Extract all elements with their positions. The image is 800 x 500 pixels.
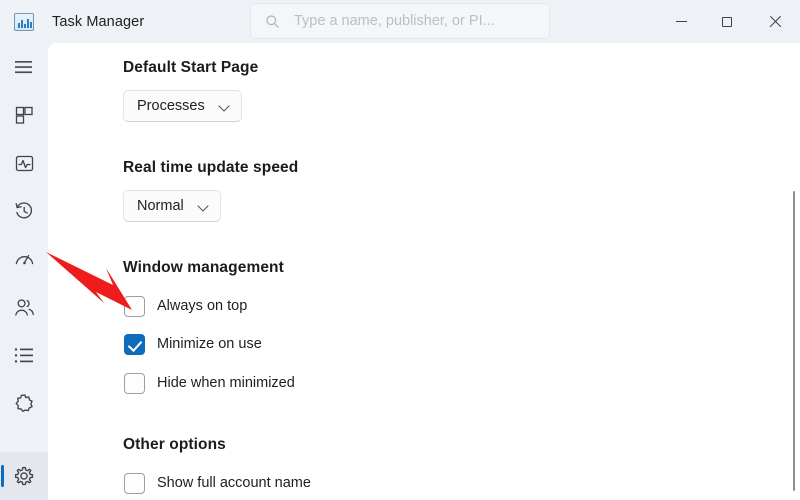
sidebar-item-settings[interactable] [0, 452, 48, 500]
checkbox-row-show-full-account-name[interactable]: Show full account name [124, 472, 311, 494]
performance-pulse-icon [15, 154, 34, 173]
search-input-placeholder[interactable]: Type a name, publisher, or PI... [294, 13, 495, 29]
sidebar-item-users[interactable] [0, 283, 48, 331]
default-start-page-value: Processes [137, 98, 205, 114]
hide-when-minimized-checkbox[interactable] [124, 372, 145, 394]
close-button[interactable] [750, 0, 800, 43]
speedometer-icon [14, 250, 35, 268]
section-title-real-time-update-speed: Real time update speed [123, 159, 299, 176]
settings-content-panel: Default Start Page Processes Real time u… [48, 43, 800, 500]
services-puzzle-icon [14, 393, 34, 413]
processes-grid-icon [15, 106, 34, 125]
checkbox-row-hide-when-minimized[interactable]: Hide when minimized [124, 372, 295, 394]
sidebar-item-startup-apps[interactable] [0, 235, 48, 283]
minimize-button[interactable] [658, 0, 704, 43]
hide-when-minimized-label: Hide when minimized [157, 375, 295, 391]
sidebar-item-app-history[interactable] [0, 187, 48, 235]
default-start-page-dropdown[interactable]: Processes [123, 90, 242, 122]
window-controls [658, 0, 800, 43]
title-bar: Task Manager Type a name, publisher, or … [0, 0, 800, 43]
always-on-top-checkbox[interactable] [124, 295, 145, 317]
real-time-update-speed-value: Normal [137, 198, 184, 214]
chevron-down-icon [198, 200, 210, 212]
real-time-update-speed-dropdown[interactable]: Normal [123, 190, 221, 222]
minimize-on-use-checkbox[interactable] [124, 333, 145, 355]
maximize-button[interactable] [704, 0, 750, 43]
search-box[interactable]: Type a name, publisher, or PI... [250, 3, 550, 39]
list-details-icon [14, 347, 34, 364]
minimize-on-use-label: Minimize on use [157, 336, 262, 352]
section-title-default-start-page: Default Start Page [123, 59, 259, 76]
always-on-top-label: Always on top [157, 298, 248, 314]
task-manager-window: Task Manager Type a name, publisher, or … [0, 0, 800, 500]
history-clock-icon [14, 201, 34, 221]
checkbox-row-minimize-on-use[interactable]: Minimize on use [124, 333, 262, 355]
sidebar-item-services[interactable] [0, 379, 48, 427]
section-title-other-options: Other options [123, 436, 226, 453]
vertical-scrollbar[interactable] [792, 191, 795, 491]
hamburger-menu-button[interactable] [0, 43, 48, 91]
search-icon [265, 14, 280, 29]
show-full-account-name-label: Show full account name [157, 475, 311, 491]
navigation-sidebar [0, 43, 48, 500]
users-people-icon [14, 298, 35, 317]
sidebar-item-processes[interactable] [0, 91, 48, 139]
hamburger-icon [14, 59, 34, 75]
show-full-account-name-checkbox[interactable] [124, 472, 145, 494]
chevron-down-icon [219, 100, 231, 112]
sidebar-item-performance[interactable] [0, 139, 48, 187]
gear-icon [14, 466, 34, 486]
section-title-window-management: Window management [123, 259, 284, 276]
task-manager-chart-icon [14, 12, 34, 31]
checkbox-row-always-on-top[interactable]: Always on top [124, 295, 247, 317]
sidebar-item-details[interactable] [0, 331, 48, 379]
app-title: Task Manager [52, 13, 145, 30]
